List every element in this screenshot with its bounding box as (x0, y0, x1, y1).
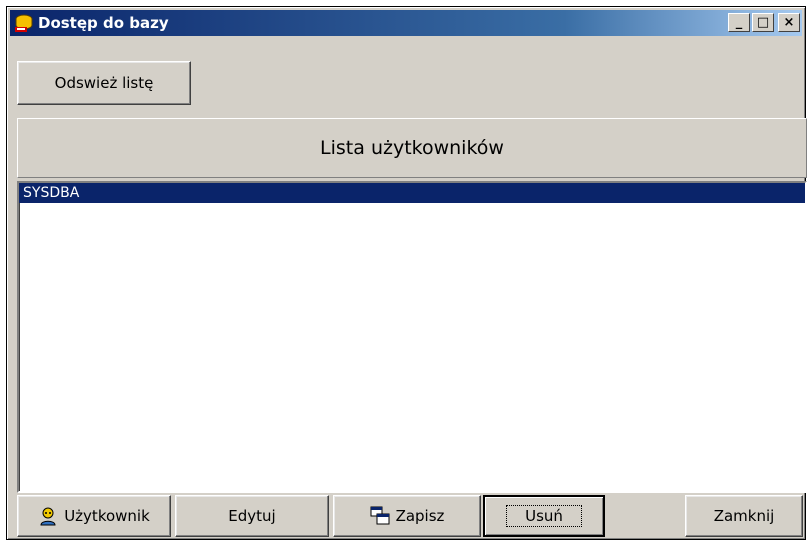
minimize-button[interactable]: _ (728, 13, 750, 32)
user-search-icon (40, 507, 56, 526)
delete-button[interactable]: Usuń (483, 495, 605, 537)
database-key-icon (15, 14, 33, 32)
edit-button[interactable]: Edytuj (175, 495, 329, 537)
save-button-label: Zapisz (395, 507, 445, 525)
save-button[interactable]: Zapisz (333, 495, 481, 537)
minimize-icon: _ (735, 15, 743, 30)
list-item[interactable]: SYSDBA (19, 183, 805, 203)
close-button[interactable]: × (778, 13, 800, 32)
edit-button-label: Edytuj (228, 507, 276, 525)
maximize-icon: □ (756, 15, 770, 30)
user-button-label: Użytkownik (64, 507, 150, 525)
refresh-list-label: Odswież listę (54, 74, 154, 92)
user-list[interactable]: SYSDBA (17, 181, 807, 493)
app-window: Dostęp do bazy _ □ × Odswież listę Lista… (6, 6, 807, 540)
list-item-label: SYSDBA (23, 185, 80, 201)
close-window-button[interactable]: Zamknij (685, 495, 803, 537)
save-window-icon (370, 506, 390, 525)
window-title: Dostęp do bazy (38, 14, 169, 32)
list-header: Lista użytkowników (17, 118, 807, 178)
close-icon: × (783, 15, 795, 30)
maximize-button[interactable]: □ (752, 13, 774, 32)
refresh-list-button[interactable]: Odswież listę (17, 61, 191, 105)
delete-button-label: Usuń (506, 505, 582, 527)
close-window-label: Zamknij (713, 507, 775, 525)
list-header-title: Lista użytkowników (320, 137, 504, 159)
title-bar[interactable]: Dostęp do bazy _ □ × (10, 10, 802, 36)
user-button[interactable]: Użytkownik (17, 495, 171, 537)
